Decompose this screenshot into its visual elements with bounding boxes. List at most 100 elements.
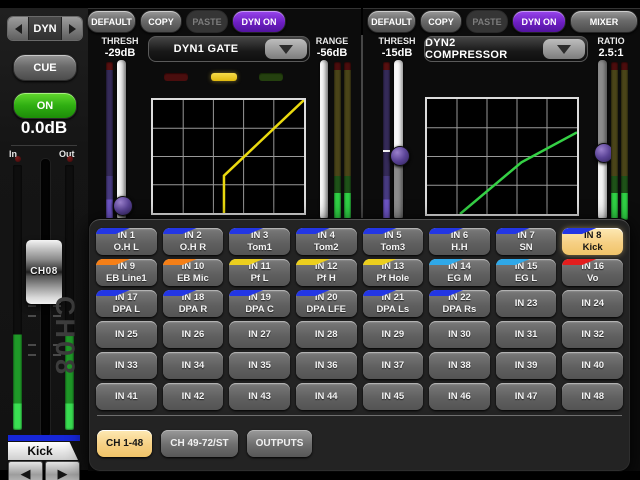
channel-button[interactable]: IN 23 bbox=[496, 290, 557, 317]
channel-fader-handle[interactable]: CH08 bbox=[26, 240, 62, 304]
channel-id: IN 29 bbox=[381, 329, 404, 341]
channel-name: DPA R bbox=[179, 304, 208, 316]
channel-button[interactable]: IN 30 bbox=[429, 321, 490, 348]
prev-screen-button[interactable] bbox=[8, 17, 29, 40]
panel-divider bbox=[361, 35, 363, 225]
comp-default-button[interactable]: DEFAULT bbox=[367, 10, 416, 33]
channel-id: IN 48 bbox=[581, 391, 604, 403]
channel-button[interactable]: IN 38 bbox=[429, 352, 490, 379]
channel-button[interactable]: IN 26 bbox=[163, 321, 224, 348]
gate-thresh-value: -29dB bbox=[94, 47, 146, 59]
bank-tab[interactable]: CH 1-48 bbox=[97, 430, 152, 457]
gate-type-dropdown[interactable]: DYN1 GATE bbox=[148, 36, 310, 62]
channel-button[interactable]: IN 5Tom3 bbox=[363, 228, 424, 255]
gate-range-value: -56dB bbox=[308, 47, 356, 59]
channel-button[interactable]: IN 4Tom2 bbox=[296, 228, 357, 255]
channel-button[interactable]: IN 21DPA Ls bbox=[363, 290, 424, 317]
channel-button[interactable]: IN 31 bbox=[496, 321, 557, 348]
channel-button[interactable]: IN 24 bbox=[562, 290, 623, 317]
channel-id: IN 31 bbox=[515, 329, 538, 341]
gate-paste-button[interactable]: PASTE bbox=[186, 10, 228, 33]
channel-button[interactable]: IN 6H.H bbox=[429, 228, 490, 255]
channel-button[interactable]: IN 3Tom1 bbox=[229, 228, 290, 255]
channel-button[interactable]: IN 34 bbox=[163, 352, 224, 379]
channel-button[interactable]: IN 33 bbox=[96, 352, 157, 379]
channel-button[interactable]: IN 16Vo bbox=[562, 259, 623, 286]
channel-button[interactable]: IN 7SN bbox=[496, 228, 557, 255]
channel-button[interactable]: IN 39 bbox=[496, 352, 557, 379]
channel-button[interactable]: IN 28 bbox=[296, 321, 357, 348]
channel-button[interactable]: IN 18DPA R bbox=[163, 290, 224, 317]
channel-id: IN 38 bbox=[448, 360, 471, 372]
channel-button[interactable]: IN 15EG L bbox=[496, 259, 557, 286]
channel-id: IN 47 bbox=[515, 391, 538, 403]
gate-copy-button[interactable]: COPY bbox=[140, 10, 182, 33]
next-screen-button[interactable] bbox=[61, 17, 82, 40]
channel-button[interactable]: IN 43 bbox=[229, 383, 290, 410]
gate-default-button[interactable]: DEFAULT bbox=[87, 10, 136, 33]
comp-ratio-value: 2.5:1 bbox=[588, 47, 634, 59]
gate-range-slider[interactable] bbox=[320, 60, 328, 220]
channel-id-watermark: CH08 bbox=[49, 296, 80, 377]
channel-name: Pf L bbox=[251, 273, 269, 285]
channel-button[interactable]: IN 25 bbox=[96, 321, 157, 348]
channel-button[interactable]: IN 36 bbox=[296, 352, 357, 379]
comp-threshold-knob[interactable] bbox=[390, 146, 410, 166]
gate-dyn-on-button[interactable]: DYN ON bbox=[232, 10, 286, 33]
channel-button[interactable]: IN 32 bbox=[562, 321, 623, 348]
comp-curve-graph[interactable] bbox=[425, 97, 579, 216]
comp-thresh-value: -15dB bbox=[371, 47, 423, 59]
right-arrow-icon: ▶ bbox=[58, 467, 68, 480]
gate-hold-led bbox=[211, 73, 237, 81]
comp-copy-button[interactable]: COPY bbox=[420, 10, 462, 33]
channel-button[interactable]: IN 48 bbox=[562, 383, 623, 410]
comp-thresh-label: THRESH bbox=[371, 36, 423, 46]
channel-name-tag[interactable]: Kick bbox=[8, 442, 78, 460]
channel-button[interactable]: IN 40 bbox=[562, 352, 623, 379]
channel-button[interactable]: IN 47 bbox=[496, 383, 557, 410]
comp-threshold-slider[interactable] bbox=[394, 60, 403, 220]
channel-button[interactable]: IN 27 bbox=[229, 321, 290, 348]
comp-paste-button[interactable]: PASTE bbox=[466, 10, 508, 33]
previous-channel-button[interactable]: ◀ bbox=[8, 461, 43, 480]
channel-button[interactable]: IN 29 bbox=[363, 321, 424, 348]
channel-name: DPA Ls bbox=[376, 304, 409, 316]
channel-button[interactable]: IN 12Pf H bbox=[296, 259, 357, 286]
channel-button[interactable]: IN 20DPA LFE bbox=[296, 290, 357, 317]
channel-button[interactable]: IN 37 bbox=[363, 352, 424, 379]
channel-button[interactable]: IN 35 bbox=[229, 352, 290, 379]
channel-id: IN 39 bbox=[515, 360, 538, 372]
channel-button[interactable]: IN 2O.H R bbox=[163, 228, 224, 255]
channel-button[interactable]: IN 45 bbox=[363, 383, 424, 410]
dropdown-arrow-button[interactable] bbox=[265, 39, 307, 59]
bank-tab[interactable]: OUTPUTS bbox=[247, 430, 313, 457]
cue-button[interactable]: CUE bbox=[13, 54, 77, 81]
channel-button[interactable]: IN 8Kick bbox=[562, 228, 623, 255]
gate-curve-graph[interactable] bbox=[151, 98, 306, 215]
channel-on-button[interactable]: ON bbox=[13, 92, 77, 119]
in-level-meter bbox=[13, 165, 22, 430]
channel-button[interactable]: IN 1O.H L bbox=[96, 228, 157, 255]
channel-button[interactable]: IN 10EB Mic bbox=[163, 259, 224, 286]
comp-type-dropdown[interactable]: DYN2 COMPRESSOR bbox=[424, 36, 588, 62]
channel-button[interactable]: IN 42 bbox=[163, 383, 224, 410]
bank-tab[interactable]: CH 49-72/ST bbox=[161, 430, 237, 457]
gate-type-value: DYN1 GATE bbox=[149, 37, 263, 61]
channel-button[interactable]: IN 13Pf Hole bbox=[363, 259, 424, 286]
channel-button[interactable]: IN 22DPA Rs bbox=[429, 290, 490, 317]
channel-button[interactable]: IN 41 bbox=[96, 383, 157, 410]
comp-ratio-slider[interactable] bbox=[598, 60, 607, 220]
channel-button[interactable]: IN 9EB Line1 bbox=[96, 259, 157, 286]
channel-button[interactable]: IN 11Pf L bbox=[229, 259, 290, 286]
next-channel-button[interactable]: ▶ bbox=[45, 461, 80, 480]
channel-button[interactable]: IN 14EG M bbox=[429, 259, 490, 286]
channel-button[interactable]: IN 46 bbox=[429, 383, 490, 410]
dropdown-arrow-button[interactable] bbox=[543, 39, 585, 59]
gate-threshold-knob[interactable] bbox=[113, 196, 133, 216]
channel-button[interactable]: IN 19DPA C bbox=[229, 290, 290, 317]
channel-button[interactable]: IN 17DPA L bbox=[96, 290, 157, 317]
comp-dyn-on-button[interactable]: DYN ON bbox=[512, 10, 566, 33]
channel-button[interactable]: IN 44 bbox=[296, 383, 357, 410]
mixer-button[interactable]: MIXER bbox=[570, 10, 638, 33]
channel-name: SN bbox=[519, 242, 532, 254]
